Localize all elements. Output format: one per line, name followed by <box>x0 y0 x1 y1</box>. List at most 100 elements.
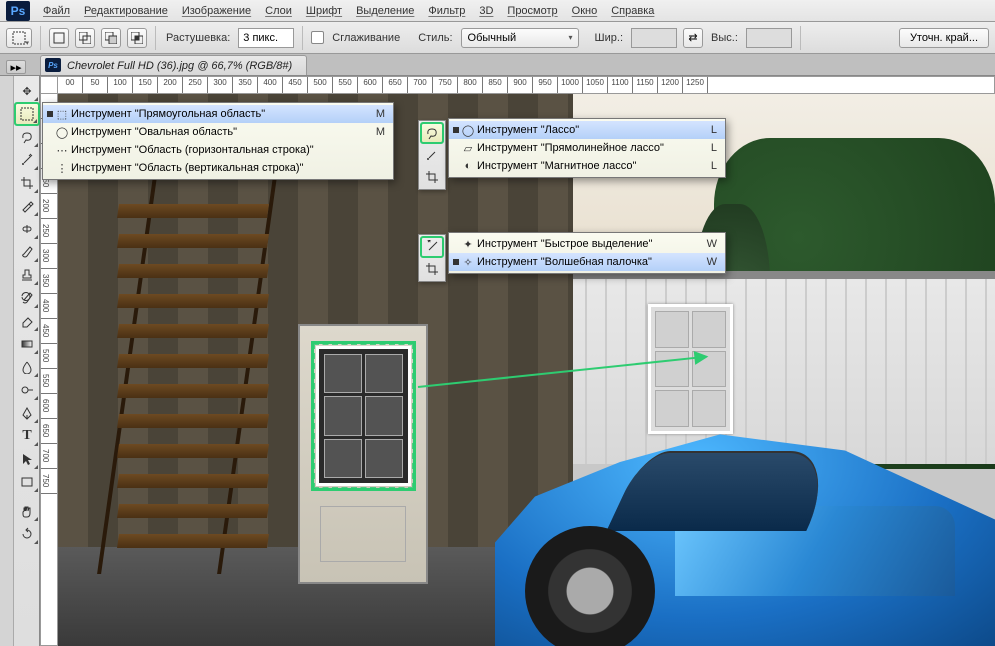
dodge-tool[interactable] <box>15 379 39 401</box>
ps-mini-icon: Ps <box>45 58 61 72</box>
tool-icon: ⋮ <box>55 162 69 175</box>
flyout-item[interactable]: ▱Инструмент "Прямолинейное лассо"L <box>449 139 725 157</box>
flyout-item[interactable]: ✦Инструмент "Быстрое выделение"W <box>449 235 725 253</box>
ruler-tick: 450 <box>283 77 308 93</box>
refine-edge-button[interactable]: Уточн. край... <box>899 28 989 48</box>
brush-tool[interactable] <box>15 241 39 263</box>
selection-subtract-button[interactable] <box>101 28 121 48</box>
path-select-tool[interactable] <box>15 448 39 470</box>
style-select[interactable]: Обычный <box>461 28 579 48</box>
ruler-tick: 250 <box>41 219 57 244</box>
type-tool[interactable]: T <box>15 425 39 447</box>
flyout-label: Инструмент "Прямолинейное лассо" <box>477 142 664 154</box>
menu-bar: Ps Файл Редактирование Изображение Слои … <box>0 0 995 22</box>
ruler-tick: 350 <box>233 77 258 93</box>
flyout-item[interactable]: ◯Инструмент "Лассо"L <box>449 121 725 139</box>
stamp-tool[interactable] <box>15 264 39 286</box>
ruler-tick: 500 <box>41 344 57 369</box>
flyout-shortcut: W <box>687 256 717 268</box>
toolbox: ✥ T <box>14 76 40 646</box>
expand-panels-handle[interactable]: ▸▸ <box>6 60 26 74</box>
tool-icon: ◯ <box>55 126 69 139</box>
flyout-shortcut: L <box>691 124 717 136</box>
copied-region <box>648 304 733 434</box>
flyout-item[interactable]: ⬚Инструмент "Прямоугольная область"M <box>43 105 393 123</box>
ruler-tick: 1200 <box>658 77 683 93</box>
menu-view[interactable]: Просмотр <box>500 5 564 17</box>
healing-tool[interactable] <box>15 218 39 240</box>
flyout-label: Инструмент "Область (горизонтальная стро… <box>71 144 314 156</box>
gradient-tool[interactable] <box>15 333 39 355</box>
menu-layers[interactable]: Слои <box>258 5 299 17</box>
feather-input[interactable] <box>238 28 294 48</box>
crop-cluster-button[interactable] <box>421 167 443 187</box>
selection-new-button[interactable] <box>49 28 69 48</box>
tool-icon: ✦ <box>461 238 475 251</box>
ruler-tick: 950 <box>533 77 558 93</box>
history-brush-tool[interactable] <box>15 287 39 309</box>
menu-type[interactable]: Шрифт <box>299 5 349 17</box>
height-label: Выс.: <box>711 32 738 44</box>
menu-filter[interactable]: Фильтр <box>421 5 472 17</box>
crop-tool[interactable] <box>15 172 39 194</box>
ruler-tick: 1050 <box>583 77 608 93</box>
wand-flyout: ✦Инструмент "Быстрое выделение"W✧Инструм… <box>448 232 726 274</box>
ruler-tick: 750 <box>41 469 57 494</box>
selection-intersect-button[interactable] <box>127 28 147 48</box>
flyout-item[interactable]: ◐Инструмент "Магнитное лассо"L <box>449 157 725 175</box>
menu-image[interactable]: Изображение <box>175 5 258 17</box>
height-input <box>746 28 792 48</box>
eyedropper-tool[interactable] <box>15 195 39 217</box>
ruler-tick: 1150 <box>633 77 658 93</box>
flyout-item[interactable]: ◯Инструмент "Овальная область"M <box>43 123 393 141</box>
marquee-tool[interactable] <box>15 103 39 125</box>
lasso-tool-cluster <box>418 120 446 190</box>
flyout-shortcut: L <box>691 142 717 154</box>
move-tool[interactable]: ✥ <box>15 80 39 102</box>
door-region <box>298 324 428 584</box>
flyout-item[interactable]: ✧Инструмент "Волшебная палочка"W <box>449 253 725 271</box>
menu-file[interactable]: Файл <box>36 5 77 17</box>
crop-cluster-button-2[interactable] <box>421 259 443 279</box>
document-title: Chevrolet Full HD (36).jpg @ 66,7% (RGB/… <box>67 60 292 72</box>
horizontal-ruler[interactable]: 0050100150200250300350400450500550600650… <box>58 76 995 94</box>
antialias-checkbox[interactable] <box>311 31 324 44</box>
ruler-tick: 350 <box>41 269 57 294</box>
ruler-tick: 1250 <box>683 77 708 93</box>
selection-add-button[interactable] <box>75 28 95 48</box>
ruler-origin[interactable] <box>40 76 58 94</box>
blur-tool[interactable] <box>15 356 39 378</box>
wand-cluster-button-2[interactable]: * <box>421 237 443 257</box>
wand-tool[interactable] <box>15 149 39 171</box>
car-region <box>495 416 995 646</box>
wand-cluster-button[interactable] <box>421 145 443 165</box>
antialias-label: Сглаживание <box>332 32 400 44</box>
flyout-item[interactable]: ⋮Инструмент "Область (вертикальная строк… <box>43 159 393 177</box>
eraser-tool[interactable] <box>15 310 39 332</box>
tool-icon: ⬚ <box>55 108 69 121</box>
flyout-label: Инструмент "Магнитное лассо" <box>477 160 636 172</box>
flyout-item[interactable]: ⋯Инструмент "Область (горизонтальная стр… <box>43 141 393 159</box>
menu-edit[interactable]: Редактирование <box>77 5 175 17</box>
hand-tool[interactable] <box>15 500 39 522</box>
menu-help[interactable]: Справка <box>604 5 661 17</box>
menu-select[interactable]: Выделение <box>349 5 421 17</box>
width-input <box>631 28 677 48</box>
menu-window[interactable]: Окно <box>565 5 605 17</box>
lasso-cluster-button[interactable] <box>421 123 443 143</box>
document-tab-bar: Ps Chevrolet Full HD (36).jpg @ 66,7% (R… <box>0 54 995 76</box>
pen-tool[interactable] <box>15 402 39 424</box>
ruler-tick: 200 <box>158 77 183 93</box>
lasso-flyout: ◯Инструмент "Лассо"L▱Инструмент "Прямоли… <box>448 118 726 178</box>
ruler-tick: 250 <box>183 77 208 93</box>
swap-dimensions-button[interactable]: ⇄ <box>683 28 703 48</box>
ruler-tick: 1100 <box>608 77 633 93</box>
shape-tool[interactable] <box>15 471 39 493</box>
menu-3d[interactable]: 3D <box>472 5 500 17</box>
lasso-tool[interactable] <box>15 126 39 148</box>
work-area: ✥ T 005010015020025030035040045050055060… <box>0 76 995 646</box>
document-tab[interactable]: Ps Chevrolet Full HD (36).jpg @ 66,7% (R… <box>40 55 307 75</box>
rotate-view-tool[interactable] <box>15 523 39 545</box>
current-tool-indicator[interactable] <box>6 28 32 48</box>
separator <box>800 26 801 50</box>
